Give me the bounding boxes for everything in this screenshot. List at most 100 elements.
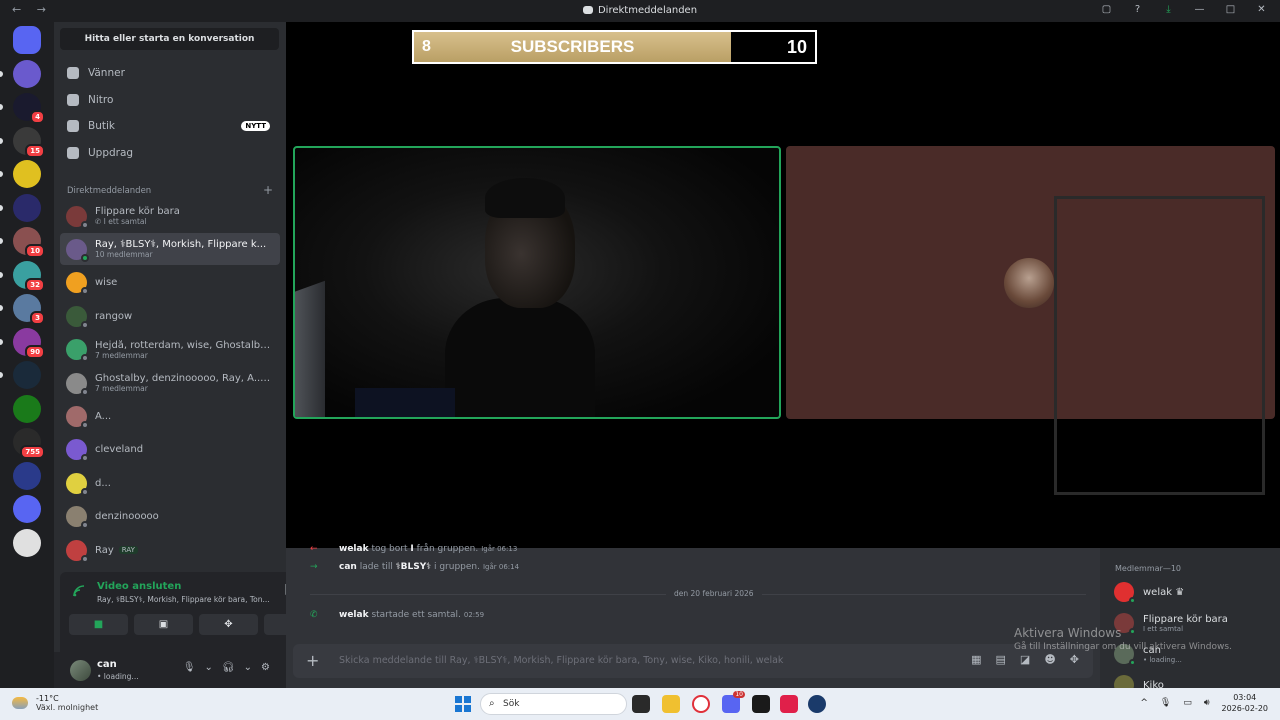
dm-item[interactable]: Ray RAY [60, 534, 280, 566]
server-icon[interactable]: 90 [13, 327, 45, 359]
dm-subtitle: 10 medlemmar [95, 250, 153, 260]
unread-indicator [0, 271, 3, 278]
download-icon[interactable]: ⤓ [1162, 4, 1175, 15]
weather-widget[interactable]: -11°C Växl. molnighet [12, 694, 98, 712]
nav-nitro[interactable]: Nitro [60, 87, 280, 113]
server-icon[interactable]: 755 [13, 428, 45, 459]
network-icon[interactable]: ▭ [1183, 698, 1192, 708]
attach-button[interactable]: + [306, 651, 319, 670]
sticker-icon[interactable]: ◪ [1020, 653, 1030, 666]
voice-channel-name[interactable]: Ray, ⚕BLSY⚕, Morkish, Flippare kör bara,… [97, 595, 277, 604]
server-icon[interactable] [13, 160, 41, 188]
weather-icon [12, 697, 28, 709]
nav-vänner[interactable]: Vänner [60, 60, 280, 86]
dm-item[interactable]: Ray, ⚕BLSY⚕, Morkish, Flippare k... 10 me… [60, 233, 280, 266]
status-indicator [81, 320, 89, 329]
voice-status[interactable]: Video ansluten [97, 581, 181, 592]
dm-name: A... [95, 410, 112, 422]
gift-icon[interactable]: ▦ [971, 653, 981, 666]
server-icon[interactable] [13, 193, 41, 222]
app-icon[interactable] [752, 695, 770, 713]
message-mention[interactable]: ⚕BLSY⚕ [396, 562, 431, 572]
volume-icon[interactable]: 🔊︎ [1204, 698, 1210, 708]
windows-activation-watermark: Aktivera Windows Gå till Inställningar o… [1014, 626, 1232, 652]
clock[interactable]: 03:04 2026-02-20 [1222, 692, 1269, 714]
server-icon[interactable]: 4 [13, 93, 45, 124]
message-mention[interactable]: I [410, 544, 413, 554]
close-button[interactable]: ✕ [1255, 4, 1268, 15]
monitor-image [295, 280, 325, 417]
username[interactable]: can [97, 659, 117, 670]
server-icon[interactable] [13, 394, 41, 423]
participant-avatar [1004, 258, 1054, 308]
dm-item[interactable]: Ghostalby, denzinooooo, Ray, A..., wis..… [60, 367, 280, 399]
start-button[interactable] [455, 696, 471, 712]
server-icon[interactable]: 3 [13, 294, 45, 325]
dm-item[interactable]: rangow [60, 300, 280, 332]
audio-options-icon[interactable]: ⌄ [244, 662, 252, 673]
avatar [66, 305, 89, 329]
nav-butik[interactable]: Butik NYTT [60, 113, 280, 139]
dm-name: rangow [95, 310, 133, 322]
mic-options-icon[interactable]: ⌄ [205, 662, 213, 673]
headphones-icon[interactable]: 🎧︎ [222, 662, 235, 673]
dm-item[interactable]: A... [60, 400, 280, 432]
subscriber-label: SUBSCRIBERS [510, 37, 635, 56]
task-view-icon[interactable] [632, 695, 650, 713]
tray-chevron-icon[interactable]: ^ [1140, 698, 1148, 708]
dm-item[interactable]: Flippare kör bara ✆ I ett samtal [60, 200, 280, 232]
message-author[interactable]: welak [339, 610, 369, 620]
emoji-icon[interactable]: ☻ [1044, 653, 1055, 666]
message-author[interactable]: welak [339, 544, 369, 554]
mic-tray-icon[interactable]: 🎙︎ [1160, 698, 1171, 708]
opera-icon[interactable] [692, 695, 710, 713]
minimize-button[interactable]: — [1193, 4, 1206, 15]
message-author[interactable]: can [339, 562, 357, 572]
guild-tag: RAY [118, 545, 138, 554]
steam-icon[interactable] [808, 695, 826, 713]
message-composer[interactable]: + Skicka meddelande till Ray, ⚕BLSY⚕, Mo… [293, 644, 1093, 678]
dm-item[interactable]: Hejdå, rotterdam, wise, Ghostalby, ra...… [60, 334, 280, 366]
unread-indicator [0, 372, 3, 378]
activities-button[interactable]: ✥ [199, 614, 258, 635]
overlay-frame [1054, 196, 1265, 495]
screen-share-button[interactable]: ▣ [134, 614, 193, 635]
video-tile-camera[interactable] [293, 146, 781, 419]
inbox-icon[interactable]: ▢ [1100, 4, 1113, 15]
help-icon[interactable]: ? [1131, 4, 1144, 15]
camera-button[interactable]: ■ [69, 614, 128, 635]
maximize-button[interactable]: □ [1224, 4, 1237, 15]
server-icon[interactable] [13, 26, 41, 54]
dm-item[interactable]: denzinooooo [60, 501, 280, 533]
server-icon[interactable] [13, 495, 41, 523]
nav-uppdrag[interactable]: Uppdrag [60, 140, 280, 166]
microphone-icon[interactable]: 🎙︎ [183, 662, 196, 673]
apps-icon[interactable]: ✥ [1070, 653, 1079, 666]
signal-icon[interactable] [73, 585, 87, 597]
server-icon[interactable] [13, 361, 41, 389]
dm-item[interactable]: cleveland [60, 434, 280, 466]
find-conversation-button[interactable]: Hitta eller starta en konversation [60, 28, 279, 50]
server-icon[interactable] [13, 59, 41, 88]
avatar[interactable] [70, 660, 91, 681]
dm-item[interactable]: d... [60, 467, 280, 499]
subscriber-count: 8 [422, 38, 431, 55]
dm-item[interactable]: wise [60, 267, 280, 299]
server-icon[interactable] [13, 461, 41, 490]
file-explorer-icon[interactable] [662, 695, 680, 713]
server-icon[interactable]: 15 [13, 126, 45, 158]
gif-icon[interactable]: ▤ [996, 653, 1006, 666]
member-list: Medlemmar—10 welak ♛ Flippare kör bara I e… [1100, 548, 1280, 697]
discord-taskbar-icon[interactable]: 10 [722, 691, 745, 713]
create-dm-button[interactable]: + [263, 183, 273, 197]
message-input[interactable]: Skicka meddelande till Ray, ⚕BLSY⚕, Mork… [339, 655, 783, 666]
taskbar-search[interactable]: ⌕ Sök [480, 693, 627, 715]
member-item[interactable]: welak ♛ [1114, 582, 1184, 604]
person-body-image [445, 298, 595, 417]
tiktok-icon[interactable] [780, 695, 798, 713]
server-icon[interactable]: 32 [13, 260, 45, 292]
server-icon[interactable]: 10 [13, 227, 45, 258]
server-icon[interactable] [13, 528, 41, 557]
settings-icon[interactable]: ⚙ [261, 662, 270, 673]
video-stage: 8 SUBSCRIBERS 10 [286, 22, 1280, 548]
